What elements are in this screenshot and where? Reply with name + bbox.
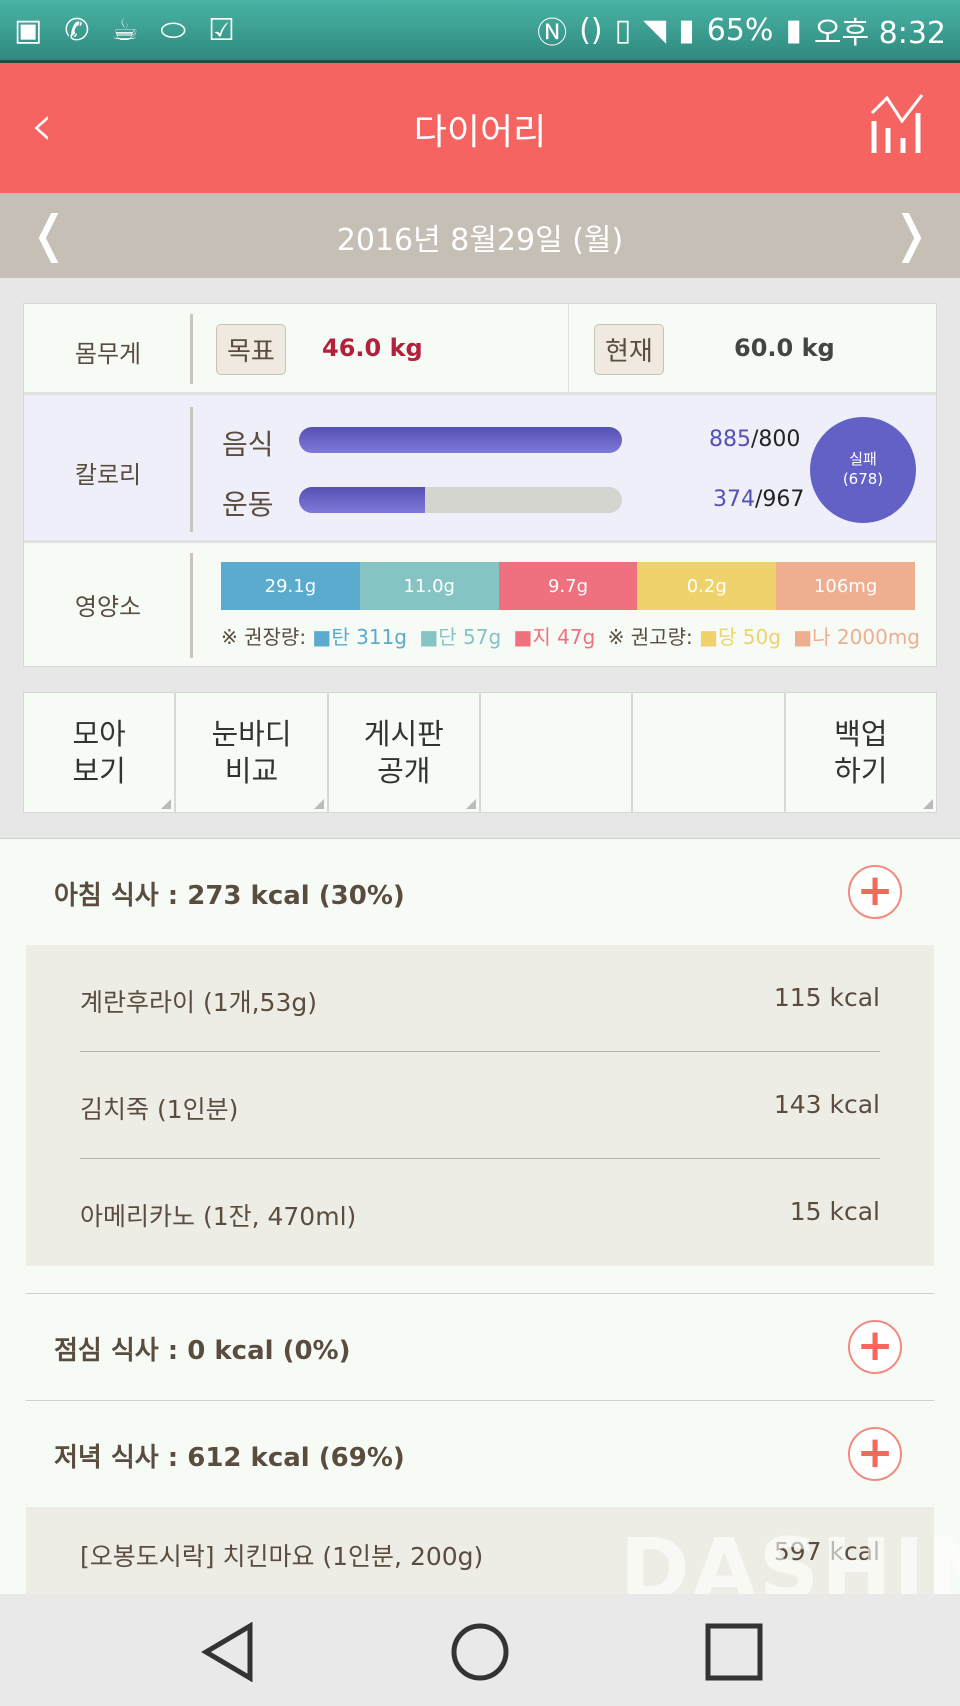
exercise-target: /967 [755,487,805,512]
legend-fat: 지 47g [532,625,596,649]
stats-chart-icon[interactable] [870,93,924,153]
food-name: 김치죽 (1인분) [80,1095,239,1124]
lunch-title: 점심 식사 : 0 kcal (0%) [54,1336,351,1366]
add-dinner-button[interactable]: + [848,1427,902,1481]
vibrate-icon: ▯ [614,12,632,48]
app-header: ‹ 다이어리 [0,63,960,193]
nutrient-carb: 29.1g [221,562,360,610]
legend-sodium: 나 2000mg [812,625,921,649]
add-lunch-button[interactable]: + [848,1320,902,1374]
breakfast-header: 아침 식사 : 273 kcal (30%) + [0,838,960,945]
collect-view-button[interactable]: 모아 보기 [24,693,175,812]
food-kcal: 143 kcal [773,1090,880,1119]
calorie-label: 칼로리 [74,461,142,489]
button-label: 눈바디 비교 [211,717,292,788]
food-kcal: 115 kcal [773,983,880,1012]
empty-button [480,693,632,812]
breakfast-title: 아침 식사 : 273 kcal (30%) [54,881,405,911]
weight-label: 몸무게 [74,340,142,368]
exercise-calories: 374 [713,487,755,512]
calorie-row: 칼로리 음식 885/800 운동 374/967 실패 (678) [24,395,936,543]
calorie-result-badge: 실패 (678) [810,417,916,523]
breakfast-items: 계란후라이 (1개,53g) 115 kcal 김치죽 (1인분) 143 kcal… [26,945,934,1266]
phone-icon: ✆ [64,12,90,48]
dinner-title: 저녁 식사 : 612 kcal (69%) [54,1443,405,1473]
nutrient-fat: 9.7g [498,562,638,610]
battery-icon: ▮ [785,12,802,48]
nfc-icon: Ⓝ [537,16,568,51]
food-progress-bar [299,427,622,453]
advise-label: ※ 권고량: [607,625,693,649]
nav-home-icon[interactable] [450,1622,510,1682]
result-label: 실패 [849,450,877,468]
food-item[interactable]: 김치죽 (1인분) 143 kcal [80,1052,880,1159]
exercise-progress-bar [299,487,622,513]
action-buttons: 모아 보기 눈바디 비교 게시판 공개 백업 하기 [23,692,937,813]
food-target: /800 [751,427,801,452]
food-kcal: 15 kcal [789,1197,880,1226]
date-navigator: ❬ 2016년 8월29일 (월) ❭ [0,193,960,278]
food-item[interactable]: 계란후라이 (1개,53g) 115 kcal [80,945,880,1052]
exercise-label: 운동 [222,488,274,521]
nutrient-protein: 11.0g [359,562,499,610]
goal-weight: 46.0 kg [322,334,423,362]
legend-carb: 탄 311g [331,625,407,649]
backup-button[interactable]: 백업 하기 [785,693,936,812]
status-bar: ▣ ✆ ☕ ⬭ ☑ Ⓝ () ▯ ◥ ▮ 65% ▮ 오후 8:32 [0,0,960,63]
weight-row: 몸무게 목표 46.0 kg 현재 60.0 kg [24,304,936,395]
food-name: [오봉도시락] 치킨마요 (1인분, 200g) [80,1542,484,1571]
current-tag[interactable]: 현재 [594,324,664,375]
nutrient-row: 영양소 29.1g 11.0g 9.7g 0.2g 106mg ※ 권장량: ■… [24,543,936,668]
food-item[interactable]: 아메리카노 (1잔, 470ml) 15 kcal [80,1159,880,1266]
nutrient-legend: ※ 권장량: ■탄 311g ■단 57g ■지 47g ※ 권고량: ■당 5… [221,625,921,649]
nutrient-sodium: 106mg [776,562,915,610]
food-name: 아메리카노 (1잔, 470ml) [80,1202,357,1231]
add-breakfast-button[interactable]: + [848,865,902,919]
nav-recents-icon[interactable] [704,1622,764,1682]
button-label: 모아 보기 [72,717,126,788]
board-publish-button[interactable]: 게시판 공개 [328,693,479,812]
nutrient-bar: 29.1g 11.0g 9.7g 0.2g 106mg [221,562,915,610]
current-date: 2016년 8월29일 (월) [336,223,624,258]
food-label: 음식 [222,428,274,461]
empty-button [633,693,784,812]
signal-icon: ▮ [678,12,695,48]
wifi-icon: ◥ [643,12,667,48]
recommend-label: ※ 권장량: [221,625,307,649]
button-label: 게시판 공개 [363,717,444,788]
legend-sugar: 당 50g [718,625,781,649]
body-compare-button[interactable]: 눈바디 비교 [176,693,327,812]
button-label: 백업 하기 [834,717,888,788]
goal-tag[interactable]: 목표 [216,324,286,375]
current-weight: 60.0 kg [734,334,835,362]
dinner-header: 저녁 식사 : 612 kcal (69%) + [26,1400,934,1507]
legend-protein: 단 57g [438,625,502,649]
pill-icon: ⬭ [160,12,187,48]
nutrient-sugar: 0.2g [637,562,777,610]
nutrient-label: 영양소 [74,593,142,621]
battery-percent: 65% [706,12,774,48]
food-calories: 885 [709,427,751,452]
call-volume-icon: () [579,12,603,48]
system-nav-bar [0,1594,960,1706]
lunch-header: 점심 식사 : 0 kcal (0%) + [26,1293,934,1400]
nav-back-icon[interactable] [200,1622,256,1682]
food-name: 계란후라이 (1개,53g) [80,988,317,1017]
next-date-button[interactable]: ❭ [890,205,932,263]
app-icon: ▣ [14,12,43,48]
result-value: (678) [842,470,884,488]
clock: 오후 8:32 [813,16,946,51]
cup-icon: ☕ [111,12,139,48]
briefcase-check-icon: ☑ [208,12,235,48]
page-title: 다이어리 [413,112,547,153]
summary-card: 몸무게 목표 46.0 kg 현재 60.0 kg 칼로리 음식 885/800… [23,303,937,667]
